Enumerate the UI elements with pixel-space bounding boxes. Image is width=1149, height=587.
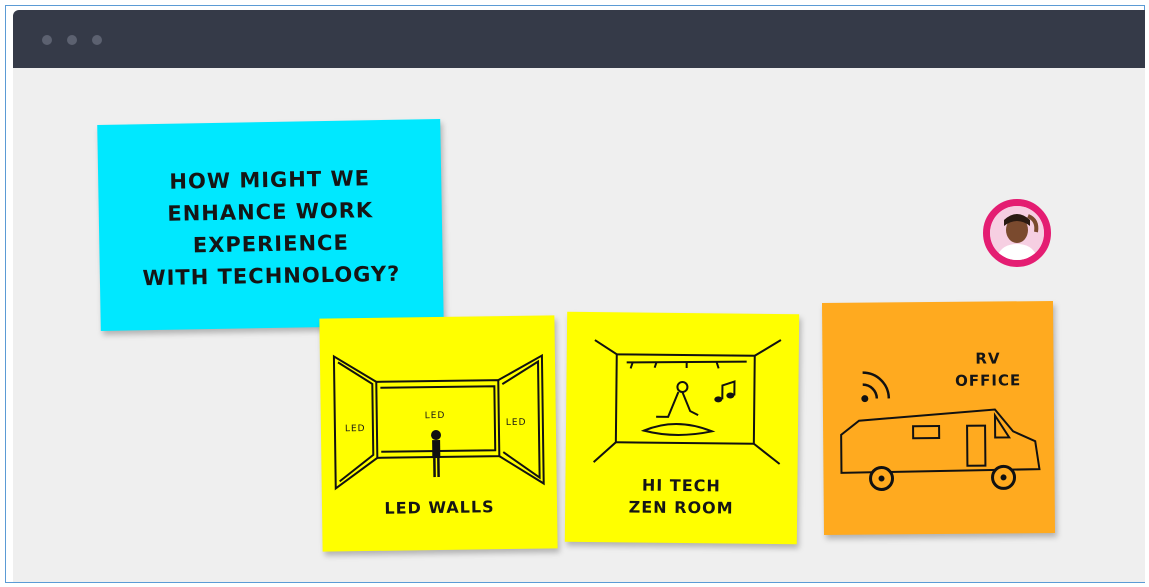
led-label-center: LED — [424, 410, 446, 422]
app-window: HOW MIGHT WE ENHANCE WORK EXPERIENCE WIT… — [5, 5, 1145, 583]
zen-room-title-line-2: ZEN ROOM — [628, 497, 734, 518]
led-label-left: LED — [344, 424, 366, 435]
led-walls-title: LED WALLS — [384, 497, 495, 518]
person-icon — [990, 206, 1044, 260]
sticky-note-zen-room[interactable]: HI TECH ZEN ROOM — [564, 311, 800, 545]
window-titlebar — [13, 10, 1145, 68]
sticky-note-led-walls[interactable]: LED LED LED LED WALLS — [319, 315, 558, 552]
avatar-photo — [990, 206, 1044, 260]
sticky-note-rv-office[interactable]: RV OFFICE — [821, 300, 1056, 536]
question-line-4: WITH TECHNOLOGY? — [142, 261, 401, 291]
collaborator-avatar[interactable] — [983, 199, 1051, 267]
led-label-right: LED — [505, 417, 527, 429]
window-close-dot[interactable] — [42, 35, 52, 45]
zen-room-title-line-1: HI TECH — [641, 475, 721, 496]
whiteboard-canvas[interactable]: HOW MIGHT WE ENHANCE WORK EXPERIENCE WIT… — [13, 68, 1145, 582]
rv-sketch-icon — [840, 371, 1041, 491]
question-text: HOW MIGHT WE ENHANCE WORK EXPERIENCE WIT… — [98, 161, 443, 295]
window-maximize-dot[interactable] — [92, 35, 102, 45]
window-minimize-dot[interactable] — [67, 35, 77, 45]
sticky-note-question[interactable]: HOW MIGHT WE ENHANCE WORK EXPERIENCE WIT… — [97, 119, 444, 331]
